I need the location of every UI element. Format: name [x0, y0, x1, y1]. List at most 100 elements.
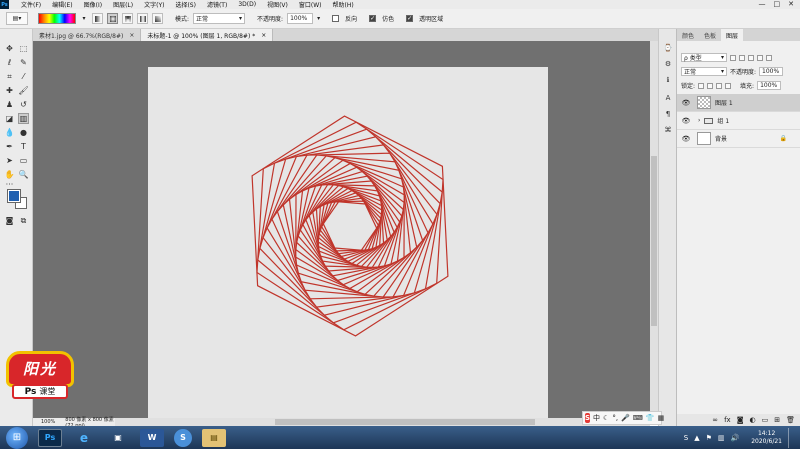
layer-row-group-1[interactable]: 👁 › 组 1 — [677, 112, 800, 130]
taskbar-ie[interactable]: e — [72, 429, 96, 447]
quick-select-icon[interactable]: ✎ — [18, 57, 29, 68]
taskbar-explorer[interactable]: ▤ — [202, 428, 226, 447]
adjustment-layer-icon[interactable]: ◐ — [750, 416, 756, 424]
menu-filter[interactable]: 滤镜(T) — [207, 0, 227, 9]
eraser-icon[interactable]: ◪ — [4, 113, 15, 124]
horizontal-scrollbar[interactable] — [115, 418, 650, 426]
type-icon[interactable]: T — [18, 141, 29, 152]
reflected-gradient-button[interactable] — [137, 13, 148, 24]
brush-icon[interactable]: 🖌 — [18, 85, 29, 96]
filter-adjustment-icon[interactable] — [739, 54, 745, 61]
taskbar-photoshop[interactable]: Ps — [38, 428, 62, 447]
history-brush-icon[interactable]: ↺ — [18, 99, 29, 110]
add-mask-icon[interactable]: ◙ — [737, 416, 744, 424]
tool-preset-picker[interactable]: ▤▾ — [6, 12, 28, 25]
close-icon[interactable]: × — [261, 32, 266, 39]
delete-layer-icon[interactable]: 🗑 — [786, 416, 795, 424]
opacity-input[interactable]: 100% — [287, 13, 314, 24]
foreground-color-swatch[interactable] — [7, 189, 21, 203]
maximize-button[interactable]: □ — [774, 0, 781, 8]
shape-icon[interactable]: ▭ — [18, 155, 29, 166]
crop-icon[interactable]: ⌗ — [4, 71, 15, 82]
menu-view[interactable]: 视图(V) — [267, 0, 288, 9]
transparency-checkbox[interactable]: ✓ — [406, 15, 414, 22]
paragraph-panel-icon[interactable]: ¶ — [663, 109, 673, 119]
close-button[interactable]: ✕ — [788, 0, 794, 8]
angle-gradient-button[interactable] — [122, 13, 133, 24]
new-layer-icon[interactable]: ⊞ — [774, 416, 780, 424]
scrollbar-thumb[interactable] — [275, 419, 535, 425]
menu-select[interactable]: 选择(S) — [175, 0, 196, 9]
keyboard-icon[interactable]: ⌨ — [633, 414, 643, 422]
layer-name[interactable]: 背景 — [715, 134, 727, 143]
chevron-right-icon[interactable]: › — [698, 117, 700, 124]
menu-image[interactable]: 图像(I) — [84, 0, 102, 9]
linear-gradient-button[interactable] — [92, 13, 103, 24]
filter-shape-icon[interactable] — [757, 54, 763, 61]
zoom-level[interactable]: 100% — [41, 419, 55, 425]
dodge-icon[interactable]: ● — [18, 127, 29, 138]
properties-panel-icon[interactable]: ⚙ — [663, 59, 673, 69]
fill-input[interactable]: 100% — [757, 81, 782, 90]
lock-position-icon[interactable] — [716, 82, 723, 89]
layer-row-background[interactable]: 👁 背景 🔒 — [677, 130, 800, 148]
eyedropper-icon[interactable]: ⁄ — [18, 71, 29, 82]
tray-network-icon[interactable]: ▥ — [718, 434, 725, 442]
marquee-icon[interactable]: ⬚ — [18, 43, 29, 54]
minimize-button[interactable]: — — [759, 0, 766, 8]
path-select-icon[interactable]: ➤ — [4, 155, 15, 166]
tools-grid-icon[interactable]: ▦ — [658, 414, 665, 422]
taskbar-sogou[interactable]: S — [174, 428, 192, 447]
more-tools-icon[interactable]: ··· — [4, 179, 15, 190]
eye-icon[interactable]: 👁 — [680, 99, 692, 107]
info-panel-icon[interactable]: ℹ — [663, 75, 673, 85]
layer-opacity-input[interactable]: 100% — [759, 67, 784, 76]
screen-mode-icon[interactable]: ⧉ — [18, 215, 29, 226]
menu-3d[interactable]: 3D(D) — [238, 1, 256, 8]
tab-swatches[interactable]: 色板 — [699, 29, 721, 41]
show-desktop-button[interactable] — [788, 427, 796, 448]
link-layers-icon[interactable]: ∞ — [712, 416, 718, 424]
menu-file[interactable]: 文件(F) — [21, 0, 41, 9]
opacity-dropdown-icon[interactable]: ▾ — [317, 15, 320, 22]
taskbar-word[interactable]: W — [140, 428, 164, 447]
brush-panel-icon[interactable]: ⌘ — [663, 125, 673, 135]
layer-row-layer-1[interactable]: 👁 图层 1 — [677, 94, 800, 112]
layer-filter-select[interactable]: ρ 类型 ▾ — [681, 53, 727, 62]
skin-icon[interactable]: 👕 — [646, 414, 655, 422]
menu-window[interactable]: 窗口(W) — [299, 0, 322, 9]
start-button[interactable]: ⊞ — [6, 426, 28, 449]
gradient-editor-swatch[interactable] — [38, 13, 76, 24]
taskbar-recorder[interactable]: ▣ — [106, 429, 130, 447]
pen-icon[interactable]: ✒ — [4, 141, 15, 152]
blend-mode-select[interactable]: 正常 ▾ — [681, 67, 727, 76]
eye-icon[interactable]: 👁 — [680, 135, 692, 143]
reverse-checkbox[interactable] — [332, 15, 340, 22]
tray-sogou-icon[interactable]: S — [684, 434, 688, 442]
healing-icon[interactable]: ✚ — [4, 85, 15, 96]
menu-layer[interactable]: 图层(L) — [113, 0, 133, 9]
vertical-scrollbar[interactable] — [650, 41, 658, 418]
scrollbar-thumb[interactable] — [651, 156, 657, 326]
lock-pixels-icon[interactable] — [707, 82, 714, 89]
mode-select[interactable]: 正常 ▾ — [193, 13, 246, 24]
new-group-icon[interactable]: ▭ — [762, 416, 769, 424]
tray-arrow-icon[interactable]: ▲ — [694, 434, 699, 442]
moon-icon[interactable]: ☾ — [603, 414, 609, 422]
filter-smart-icon[interactable] — [766, 54, 772, 61]
ime-language[interactable]: 中 — [593, 413, 600, 423]
filter-pixel-icon[interactable] — [730, 54, 736, 61]
filter-type-icon[interactable] — [748, 54, 754, 61]
history-panel-icon[interactable]: ⌚ — [663, 43, 673, 53]
sogou-logo[interactable]: S — [585, 413, 591, 423]
close-icon[interactable]: × — [129, 32, 134, 39]
gradient-dropdown-arrow-icon[interactable]: ▾ — [80, 13, 88, 24]
document-canvas[interactable] — [148, 67, 548, 418]
lasso-icon[interactable]: ℓ — [4, 57, 15, 68]
menu-help[interactable]: 帮助(H) — [333, 0, 354, 9]
menu-type[interactable]: 文字(Y) — [144, 0, 164, 9]
gradient-icon[interactable]: ▥ — [18, 113, 29, 124]
eye-icon[interactable]: 👁 — [680, 117, 692, 125]
character-panel-icon[interactable]: A — [663, 93, 673, 103]
radial-gradient-button[interactable] — [107, 13, 118, 24]
